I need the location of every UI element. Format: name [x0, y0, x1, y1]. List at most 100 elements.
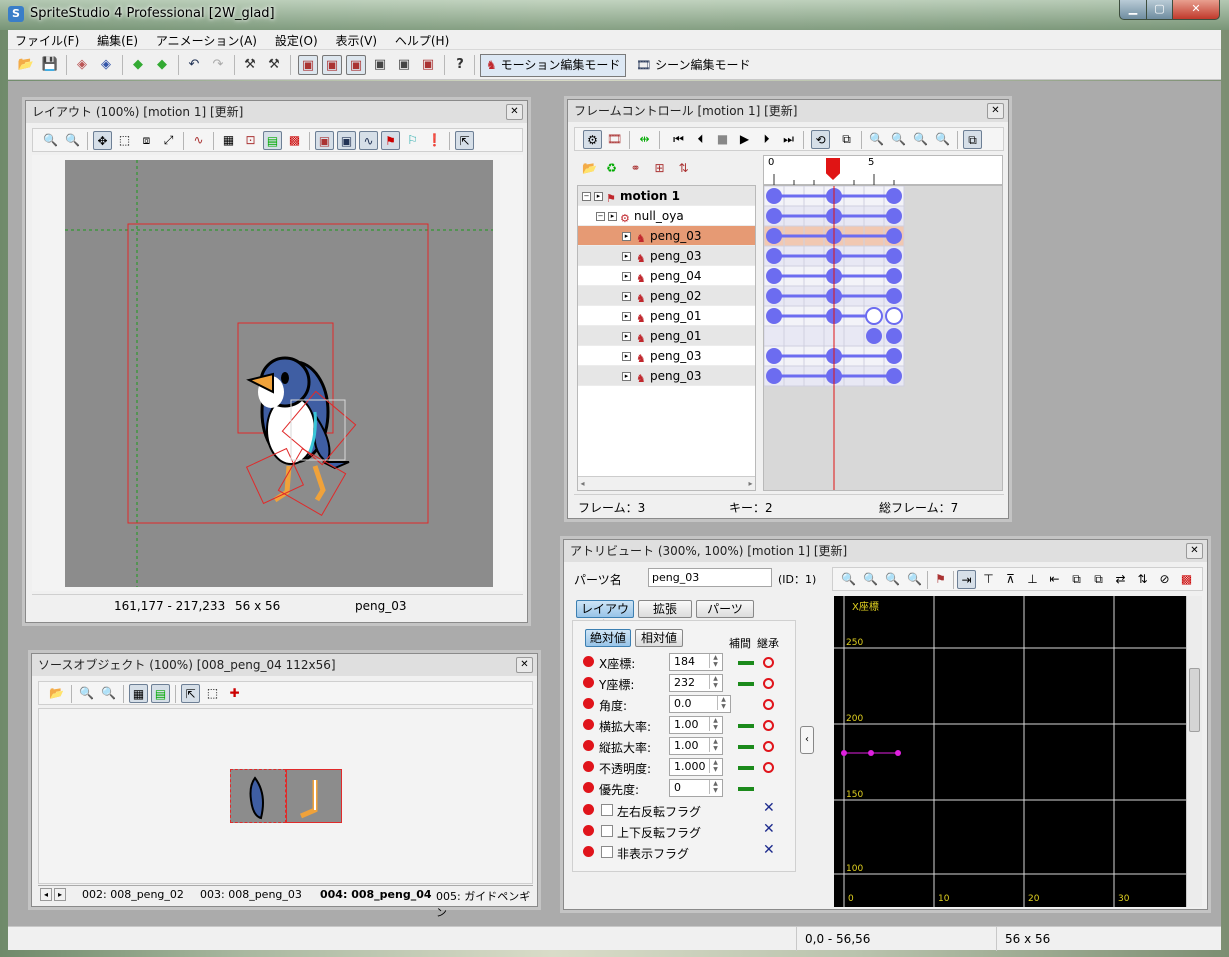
inherit-off-icon[interactable]: ✕ [763, 842, 775, 858]
tab-parts[interactable]: パーツ [696, 600, 754, 618]
zoom-icon-3[interactable]: 🔍 [911, 130, 930, 149]
source-tab[interactable]: 003: 008_peng_03 [200, 888, 302, 901]
zoom-icon-2[interactable]: 🔍 [889, 130, 908, 149]
part-add-icon[interactable]: ⊞ [650, 159, 669, 178]
source-select-icon[interactable]: ⬚ [203, 684, 222, 703]
part-move-icon[interactable]: ⇅ [674, 159, 693, 178]
prev-frame-icon[interactable]: ⏴ [691, 130, 710, 149]
source-open-icon[interactable]: 📂 [47, 684, 66, 703]
rotate-tool-icon[interactable]: ∿ [189, 131, 208, 150]
menu-animation[interactable]: アニメーション(A) [149, 30, 264, 50]
interp-icon[interactable] [738, 766, 754, 770]
frame-ruler[interactable]: 0 5 [763, 155, 1003, 186]
tool-b-icon[interactable]: ⚒ [264, 55, 284, 75]
inherit-icon[interactable] [763, 699, 774, 710]
menu-help[interactable]: ヘルプ(H) [388, 30, 456, 50]
spin-arrows-icon[interactable]: ▲ ▼ [709, 717, 721, 731]
curve-graph[interactable]: X座標 250 200 150 100 0 10 20 30 [834, 596, 1186, 907]
subtab-absolute[interactable]: 絶対値 [585, 629, 631, 647]
link-icon[interactable]: ⚭ [626, 159, 645, 178]
export-icon[interactable]: ◈ [96, 55, 116, 75]
source-canvas[interactable] [38, 708, 533, 884]
window-layout-icon[interactable]: ▣ [298, 55, 318, 75]
menu-edit[interactable]: 編集(E) [90, 30, 145, 50]
graph-send-back-icon[interactable]: ⧉ [1089, 570, 1108, 589]
graph-key-icon[interactable]: ⚑ [931, 570, 950, 589]
layout-stage[interactable] [65, 160, 493, 587]
interp-icon[interactable] [738, 745, 754, 749]
tab-scroll-left[interactable]: ◂ [40, 888, 52, 901]
loop-icon[interactable]: ⟲ [811, 130, 830, 149]
attr-window-title[interactable]: アトリビュート (300%, 100%) [motion 1] [更新] [564, 540, 1207, 562]
attr-close-button[interactable]: ✕ [1186, 543, 1203, 559]
wave-view-icon[interactable]: ∿ [359, 131, 378, 150]
cursor-icon[interactable]: ⇱ [455, 131, 474, 150]
spin-arrows-icon[interactable]: ▲ ▼ [709, 759, 721, 773]
play-icon[interactable]: ▶ [735, 130, 754, 149]
flip-v-checkbox[interactable] [601, 825, 613, 837]
window-source-icon[interactable]: ▣ [370, 55, 390, 75]
window-icon[interactable]: ⧉ [963, 130, 982, 149]
inherit-off-icon[interactable]: ✕ [763, 800, 775, 816]
loop-settings-icon[interactable]: ⚙ [583, 130, 602, 149]
interp-icon[interactable] [738, 724, 754, 728]
key-dot-icon[interactable] [583, 825, 594, 836]
tree-row-part[interactable]: ▸ ♞ peng_02 [578, 286, 755, 306]
alert-icon[interactable]: ❗ [425, 131, 444, 150]
source-grid-icon[interactable]: ▦ [129, 684, 148, 703]
parts-tree[interactable]: − ▸ ⚑ motion 1 − ▸ ⚙ null_oya ▸ ♞ peng_0… [577, 185, 756, 491]
film-icon[interactable]: 🎞 [605, 130, 624, 149]
help-icon[interactable]: ? [450, 55, 470, 75]
graph-zoom-2-icon[interactable]: 🔍 [861, 570, 880, 589]
source-close-button[interactable]: ✕ [516, 657, 533, 673]
source-zoom-out-icon[interactable]: 🔍 [99, 684, 118, 703]
inherit-icon[interactable] [763, 657, 774, 668]
key-dot-icon[interactable] [583, 804, 594, 815]
move-tool-icon[interactable]: ✥ [93, 131, 112, 150]
import-icon[interactable]: ◈ [72, 55, 92, 75]
next-frame-icon[interactable]: ⏵ [757, 130, 776, 149]
graph-color-icon[interactable]: ▩ [1177, 570, 1196, 589]
recycle-icon[interactable]: ♻ [602, 159, 621, 178]
graph-vscrollbar[interactable] [1186, 596, 1202, 907]
flag-icon[interactable]: ⚐ [403, 131, 422, 150]
source-tab[interactable]: 002: 008_peng_02 [82, 888, 184, 901]
spin-arrows-icon[interactable]: ▲ ▼ [709, 780, 721, 794]
graph-align-right-icon[interactable]: ⇤ [1045, 570, 1064, 589]
key-dot-icon[interactable] [583, 782, 594, 793]
frame-close-button[interactable]: ✕ [987, 103, 1004, 119]
key-dot-icon[interactable] [583, 698, 594, 709]
frame-window-title[interactable]: フレームコントロール [motion 1] [更新] [568, 100, 1008, 122]
inherit-icon[interactable] [763, 678, 774, 689]
color-icon[interactable]: ▩ [285, 131, 304, 150]
source-sprite-cell-selected[interactable] [286, 769, 342, 823]
interp-icon[interactable] [738, 787, 754, 791]
window-frame-icon[interactable]: ▣ [322, 55, 342, 75]
part-name-field[interactable]: peng_03 [648, 568, 772, 587]
grid-icon[interactable]: ▦ [219, 131, 238, 150]
source-window-title[interactable]: ソースオブジェクト (100%) [008_peng_04 112x56] [32, 654, 537, 676]
source-tab[interactable]: 005: ガイドペンギン [436, 888, 533, 920]
tree-row-motion[interactable]: − ▸ ⚑ motion 1 [578, 186, 755, 206]
zoom-in-icon[interactable]: 🔍 [41, 131, 60, 150]
tool-a-icon[interactable]: ⚒ [240, 55, 260, 75]
graph-align-bottom-icon[interactable]: ⊥ [1023, 570, 1042, 589]
zoom-icon-1[interactable]: 🔍 [867, 130, 886, 149]
interp-icon[interactable] [738, 682, 754, 686]
graph-zoom-4-icon[interactable]: 🔍 [905, 570, 924, 589]
tab-scroll-right[interactable]: ▸ [54, 888, 66, 901]
key-dot-icon[interactable] [583, 846, 594, 857]
image-export-icon[interactable]: ◆ [152, 55, 172, 75]
minimize-button[interactable]: ▁ [1119, 0, 1147, 20]
spin-arrows-icon[interactable]: ▲ ▼ [709, 654, 721, 668]
flip-h-checkbox[interactable] [601, 804, 613, 816]
tree-row-part[interactable]: ▸ ♞ peng_03 [578, 226, 755, 246]
collapse-panel-button[interactable]: ‹ [800, 726, 814, 754]
graph-scroll-thumb[interactable] [1189, 668, 1200, 732]
hide-checkbox[interactable] [601, 846, 613, 858]
split-icon[interactable]: ⇹ [635, 130, 654, 149]
layout-canvas[interactable] [32, 155, 523, 591]
layer-view-icon[interactable]: ▣ [337, 131, 356, 150]
spin-arrows-icon[interactable]: ▲ ▼ [709, 738, 721, 752]
key-dot-icon[interactable] [583, 740, 594, 751]
